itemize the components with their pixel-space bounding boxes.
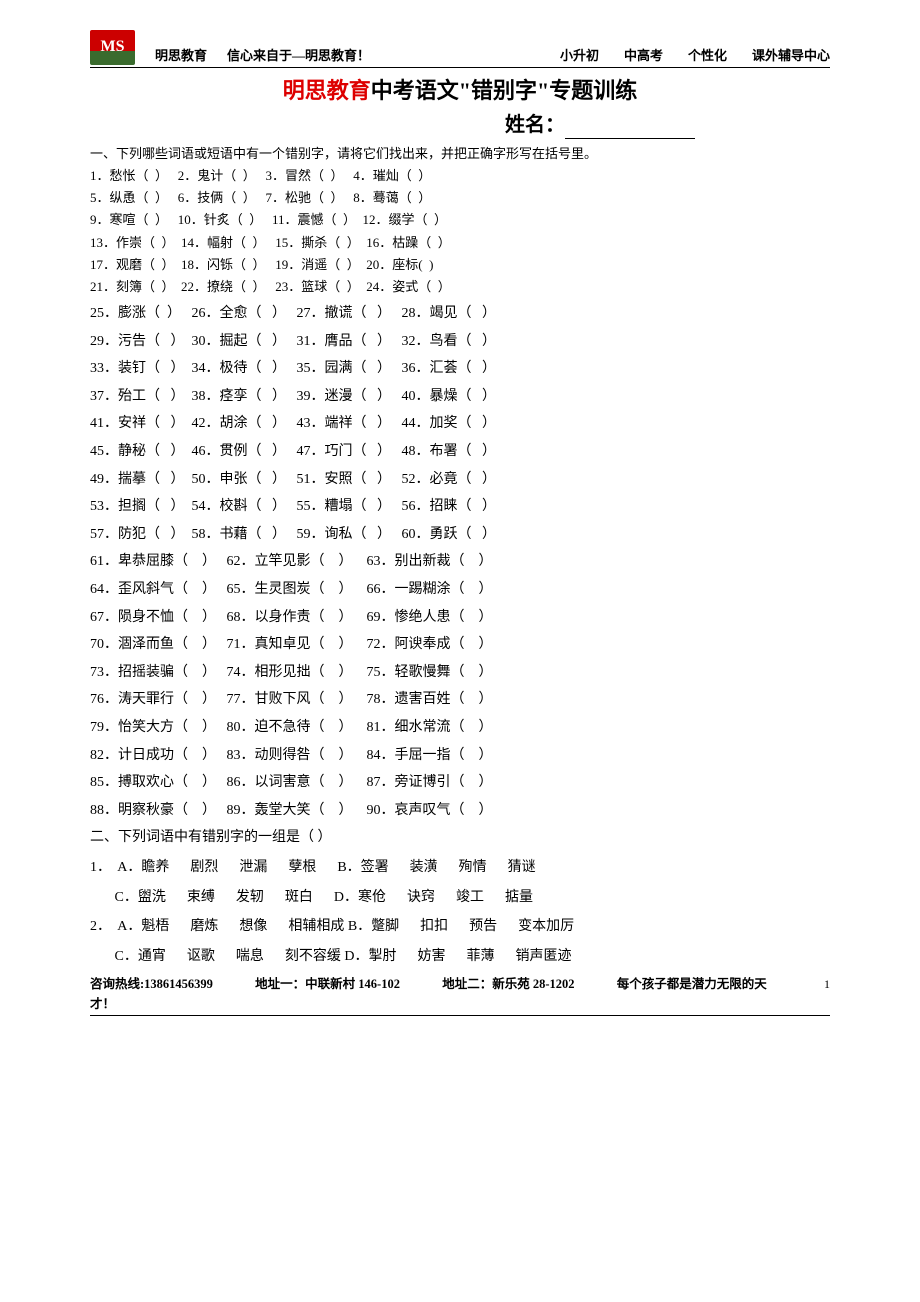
- item-row: 37．殆工（ ） 38．痉孪（ ） 39．迷漫（ ） 40．暴燥（ ）: [90, 387, 830, 407]
- header-container: MS 明思教育 信心来自于—明思教育！ 小升初 中高考 个性化 课外辅导中心: [90, 30, 830, 68]
- item-row: 25．膨涨（ ） 26．全愈（ ） 27．撤谎（ ） 28．竭见（ ）: [90, 304, 830, 324]
- nav-item: 个性化: [688, 47, 727, 65]
- item-row: 5．纵恿（ ） 6．技俩（ ） 7．松驰（ ） 8．蓦蔼（ ）: [90, 189, 830, 207]
- item-row: 70．涸泽而鱼（ ） 71．真知卓见（ ） 72．阿谀奉成（ ）: [90, 635, 830, 655]
- item-row: 1．愁怅（ ） 2．鬼计（ ） 3．冒然（ ） 4．璀灿（ ）: [90, 167, 830, 185]
- footer-line1: 咨询热线:13861456399 地址一：中联新村 146-102 地址二：新乐…: [90, 976, 830, 994]
- name-label: 姓名：: [505, 114, 565, 136]
- item-row: 82．计日成功（ ） 83．动则得咎（ ） 84．手屈一指（ ）: [90, 746, 830, 766]
- nav-item: 课外辅导中心: [752, 47, 830, 65]
- section1-instruction: 一、下列哪些词语或短语中有一个错别字，请将它们找出来，并把正确字形写在括号里。: [90, 145, 830, 163]
- item-row: 17．观磨（ ） 18．闪铄（ ） 19．消遥（ ） 20．座标( ): [90, 256, 830, 274]
- item-row: 29．污告（ ） 30．掘起（ ） 31．膺品（ ） 32．鸟看（ ）: [90, 332, 830, 352]
- item-row: 79．怡笑大方（ ） 80．迫不急待（ ） 81．细水常流（ ）: [90, 718, 830, 738]
- item-row: 85．搏取欢心（ ） 86．以词害意（ ） 87．旁证博引（ ）: [90, 773, 830, 793]
- item-row: 49．揣摹（ ） 50．申张（ ） 51．安照（ ） 52．必竟（ ）: [90, 470, 830, 490]
- item-row: 33．装钉（ ） 34．极待（ ） 35．园满（ ） 36．汇荟（ ）: [90, 359, 830, 379]
- nav-item: 小升初: [560, 47, 599, 65]
- header: MS 明思教育 信心来自于—明思教育！ 小升初 中高考 个性化 课外辅导中心: [90, 30, 830, 67]
- brand-name: 明思教育: [155, 47, 207, 65]
- item-row: 73．招摇装骗（ ） 74．相形见拙（ ） 75．轻歌慢舞（ ）: [90, 663, 830, 683]
- item-row: 21．刻簿（ ） 22．撩绕（ ） 23．篮球（ ） 24．姿式（ ）: [90, 278, 830, 296]
- footer-slogan-a: 每个孩子都是潜力无限的天: [617, 976, 767, 994]
- item-row: 53．担搁（ ） 54．校斟（ ） 55．糟塌（ ） 56．招睐（ ）: [90, 497, 830, 517]
- logo-icon: MS: [90, 30, 135, 65]
- footer: 咨询热线:13861456399 地址一：中联新村 146-102 地址二：新乐…: [90, 976, 830, 1016]
- name-blank[interactable]: [565, 121, 695, 139]
- q2-row: C．盥洗 束缚 发轫 斑白 D．寒伧 诀窍 竣工 掂量: [90, 888, 830, 908]
- item-row: 45．静秘（ ） 46．贯例（ ） 47．巧门（ ） 48．布署（ ）: [90, 442, 830, 462]
- slogan: 信心来自于—明思教育！: [227, 47, 370, 65]
- item-row: 41．安祥（ ） 42．胡涂（ ） 43．端祥（ ） 44．加奖（ ）: [90, 414, 830, 434]
- footer-addr2: 地址二：新乐苑 28-1202: [442, 976, 574, 994]
- title-black: 中考语文"错别字"专题训练: [371, 78, 637, 103]
- item-row: 88．明察秋豪（ ） 89．轰堂大笑（ ） 90．哀声叹气（ ）: [90, 801, 830, 821]
- page-number: 1: [824, 976, 830, 993]
- item-row: 57．防犯（ ） 58．书藉（ ） 59．询私（ ） 60．勇跃（ ）: [90, 525, 830, 545]
- title-red: 明思教育: [283, 78, 371, 103]
- item-row: 9．寒喧（ ） 10．针炙（ ） 11．震憾（ ） 12．缀学（ ）: [90, 211, 830, 229]
- footer-line2: 才！: [90, 996, 830, 1017]
- section2-instruction: 二、下列词语中有错别字的一组是（ ）: [90, 828, 830, 848]
- item-row: 67．陨身不恤（ ） 68．以身作责（ ） 69．惨绝人患（ ）: [90, 608, 830, 628]
- item-row: 64．歪风斜气（ ） 65．生灵图炭（ ） 66．一踢糊涂（ ）: [90, 580, 830, 600]
- logo-block: MS 明思教育 信心来自于—明思教育！: [90, 30, 370, 65]
- footer-addr1: 地址一：中联新村 146-102: [255, 976, 400, 994]
- footer-hotline: 咨询热线:13861456399: [90, 976, 213, 994]
- header-nav: 小升初 中高考 个性化 课外辅导中心: [560, 47, 830, 65]
- name-line: 姓名：: [90, 111, 830, 139]
- q2-row: 2． A．魁梧 磨炼 想像 相辅相成 B．蹩脚 扣扣 预告 变本加厉: [90, 917, 830, 937]
- item-row: 13．作崇（ ） 14．幅射（ ） 15．撕杀（ ） 16．枯躁（ ）: [90, 234, 830, 252]
- q2-row: C．通宵 讴歌 喘息 刻不容缓 D．掣肘 妨害 菲薄 销声匿迹: [90, 947, 830, 967]
- nav-item: 中高考: [624, 47, 663, 65]
- page-title: 明思教育中考语文"错别字"专题训练: [90, 76, 830, 107]
- item-row: 61．卑恭屈膝（ ） 62．立竿见影（ ） 63．别出新裁（ ）: [90, 552, 830, 572]
- q2-row: 1． A．瞻养 剧烈 泄漏 孽根 B．签署 装潢 殉情 猜谜: [90, 858, 830, 878]
- item-row: 76．涛天罪行（ ） 77．甘败下风（ ） 78．遗害百姓（ ）: [90, 690, 830, 710]
